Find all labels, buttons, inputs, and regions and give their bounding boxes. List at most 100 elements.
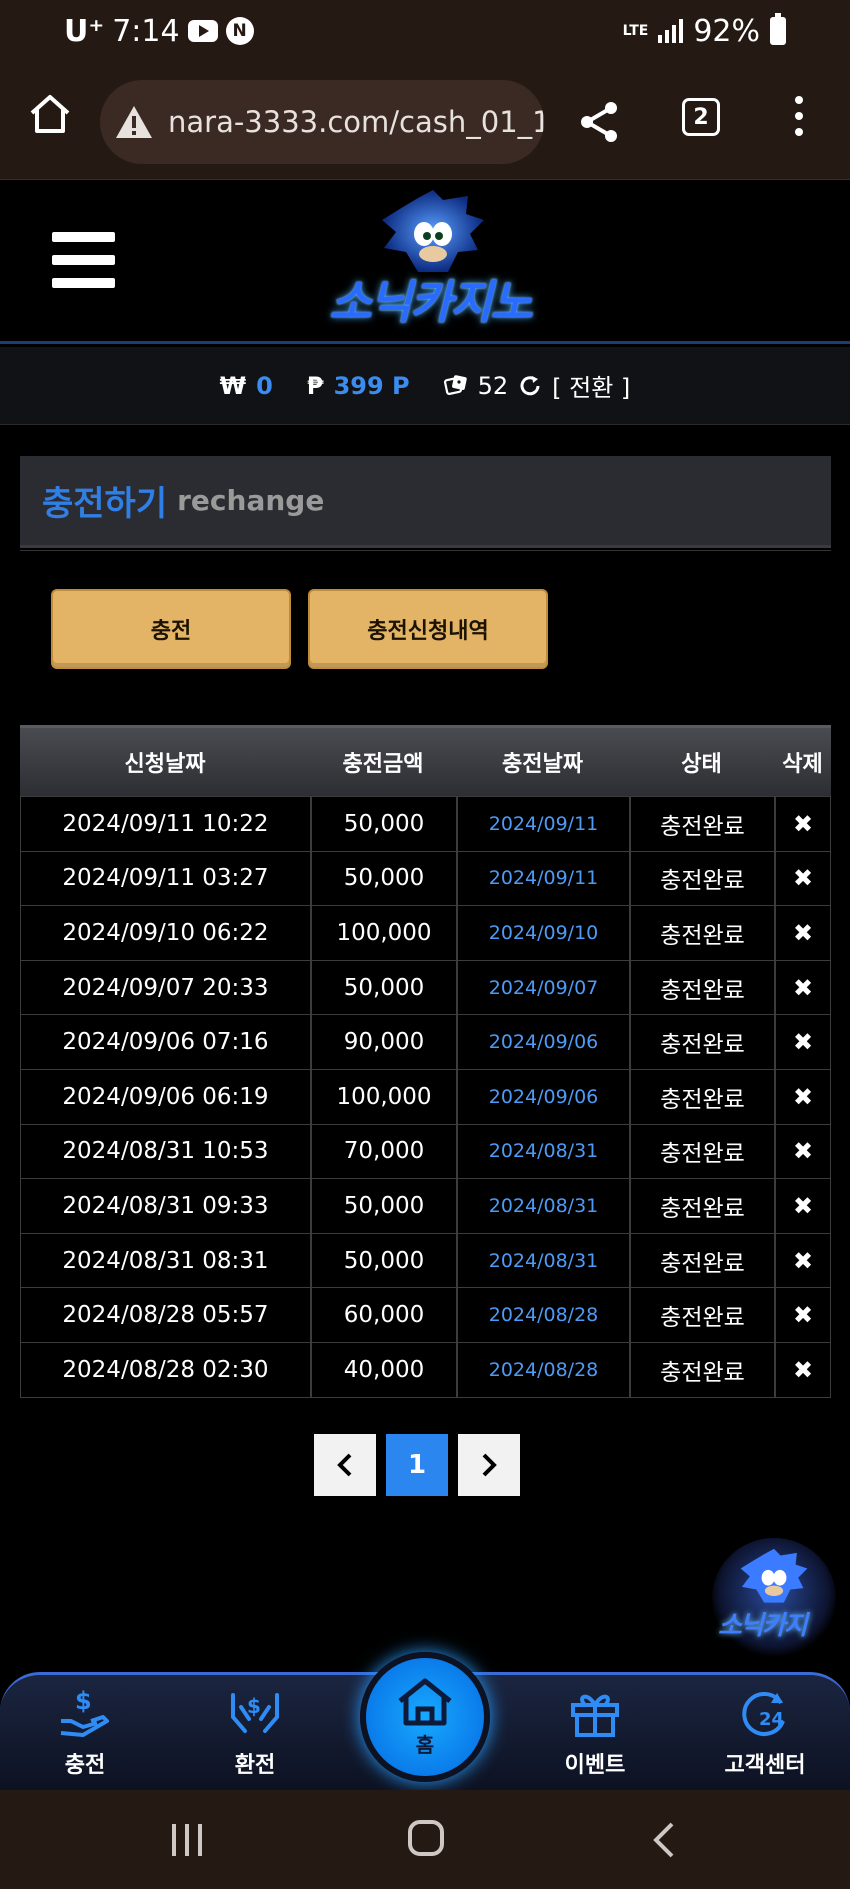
cell-amount: 100,000 (310, 1069, 456, 1124)
system-navigation-bar (0, 1790, 850, 1889)
floating-logo-button[interactable]: 소닉카지 (712, 1538, 836, 1658)
page-root: U⁺ 7:14 N LTE 92% nara-3333.com/cash_01_… (0, 0, 850, 1889)
system-home-icon[interactable] (408, 1820, 444, 1856)
cell-request-date: 2024/09/11 10:22 (20, 797, 310, 851)
cell-status: 충전완료 (629, 797, 774, 851)
nav-event-label: 이벤트 (564, 1753, 626, 1778)
naver-notification-icon: N (225, 17, 254, 45)
delete-icon[interactable]: ✖ (774, 797, 831, 851)
chevron-right-icon (482, 1453, 497, 1477)
page-title-english: rechange (177, 484, 325, 517)
delete-icon[interactable]: ✖ (774, 1288, 831, 1342)
cell-status: 충전완료 (629, 851, 774, 906)
recents-icon[interactable] (172, 1824, 202, 1856)
convert-button[interactable]: [ 전환 ] (552, 368, 630, 403)
nav-charge[interactable]: $ 충전 (25, 1687, 145, 1779)
delete-icon[interactable]: ✖ (774, 906, 831, 960)
table-row: 2024/08/28 05:57 60,000 2024/08/28 충전완료 … (20, 1288, 831, 1343)
cell-status: 충전완료 (629, 1233, 774, 1288)
table-row: 2024/09/06 06:19 100,000 2024/09/06 충전완료… (20, 1069, 831, 1125)
browser-home-icon[interactable] (28, 92, 72, 136)
cell-charge-date: 2024/08/31 (456, 1124, 629, 1179)
site-logo[interactable]: 소닉카지노 (300, 190, 560, 340)
cell-amount: 50,000 (310, 1233, 456, 1288)
col-header-status: 상태 (681, 752, 722, 777)
youtube-notification-icon (187, 20, 218, 42)
delete-icon[interactable]: ✖ (774, 960, 831, 1015)
home-icon (398, 1678, 452, 1725)
cell-status: 충전완료 (629, 1179, 774, 1233)
table-row: 2024/08/31 10:53 70,000 2024/08/31 충전완료 … (20, 1124, 831, 1180)
battery-percent: 92% (693, 13, 760, 49)
svg-text:24: 24 (759, 1709, 784, 1730)
warning-icon[interactable] (114, 104, 154, 140)
page-title: 충전하기 rechange (20, 456, 831, 548)
page-number-current[interactable]: 1 (386, 1434, 448, 1496)
delete-icon[interactable]: ✖ (774, 851, 831, 906)
cell-request-date: 2024/09/06 06:19 (20, 1069, 310, 1124)
won-balance: 0 (256, 371, 273, 400)
cell-amount: 40,000 (310, 1342, 456, 1397)
cell-amount: 60,000 (310, 1288, 456, 1342)
nav-exchange[interactable]: $ 환전 (195, 1687, 315, 1779)
point-icon: ₱ (306, 371, 324, 400)
refresh-icon[interactable] (518, 374, 542, 398)
delete-icon[interactable]: ✖ (774, 1342, 831, 1397)
nav-exchange-label: 환전 (234, 1753, 276, 1778)
exchange-hands-coin-icon: $ (231, 1693, 279, 1733)
cell-request-date: 2024/08/31 08:31 (20, 1233, 310, 1288)
nav-charge-label: 충전 (64, 1753, 106, 1778)
table-row: 2024/09/07 20:33 50,000 2024/09/07 충전완료 … (20, 960, 831, 1016)
table-header: 신청날짜 충전금액 충전날짜 상태 삭제 (20, 725, 831, 796)
nav-support[interactable]: 24 고객센터 (705, 1687, 825, 1779)
clock: 7:14 (112, 13, 180, 49)
cell-amount: 100,000 (310, 906, 456, 960)
charge-button[interactable]: 충전 (51, 589, 291, 669)
delete-icon[interactable]: ✖ (774, 1179, 831, 1233)
nav-home-button[interactable]: 홈 (360, 1652, 490, 1782)
delete-icon[interactable]: ✖ (774, 1124, 831, 1179)
cell-status: 충전완료 (629, 1069, 774, 1124)
next-page-button[interactable] (458, 1434, 520, 1496)
col-header-delete: 삭제 (782, 752, 823, 777)
url-text: nara-3333.com/cash_01_1. (168, 105, 544, 139)
table-row: 2024/08/31 08:31 50,000 2024/08/31 충전완료 … (20, 1233, 831, 1289)
recharge-history-table: 신청날짜 충전금액 충전날짜 상태 삭제 2024/09/11 10:22 50… (20, 725, 831, 1398)
nav-event[interactable]: 이벤트 (535, 1687, 655, 1779)
table-body: 2024/09/11 10:22 50,000 2024/09/11 충전완료 … (20, 796, 831, 1398)
cell-charge-date: 2024/08/28 (456, 1288, 629, 1342)
charge-hand-coin-icon: $ (60, 1687, 109, 1737)
balance-bar: ₩ 0 ₱ 399 P 52 [ 전환 ] (0, 347, 850, 425)
address-bar[interactable]: nara-3333.com/cash_01_1. (100, 80, 544, 164)
cell-amount: 50,000 (310, 797, 456, 851)
cell-charge-date: 2024/09/11 (456, 797, 629, 851)
hamburger-menu-icon[interactable] (52, 232, 115, 288)
charge-history-button[interactable]: 충전신청내역 (308, 589, 548, 669)
divider (20, 550, 831, 551)
cell-charge-date: 2024/09/10 (456, 906, 629, 960)
carrier-label: U⁺ (64, 13, 105, 49)
signal-icon (658, 19, 684, 43)
share-icon[interactable] (578, 100, 620, 144)
prev-page-button[interactable] (314, 1434, 376, 1496)
cell-status: 충전완료 (629, 1015, 774, 1069)
col-header-amount: 충전금액 (342, 752, 424, 777)
cell-status: 충전완료 (629, 1124, 774, 1179)
cell-status: 충전완료 (629, 960, 774, 1015)
chevron-left-icon (337, 1453, 352, 1477)
dice-icon (443, 374, 467, 395)
table-row: 2024/09/11 10:22 50,000 2024/09/11 충전완료 … (20, 797, 831, 852)
table-row: 2024/09/11 03:27 50,000 2024/09/11 충전완료 … (20, 851, 831, 907)
nav-home-label: 홈 (415, 1732, 435, 1757)
delete-icon[interactable]: ✖ (774, 1233, 831, 1288)
cell-charge-date: 2024/08/31 (456, 1233, 629, 1288)
delete-icon[interactable]: ✖ (774, 1015, 831, 1069)
cell-charge-date: 2024/09/07 (456, 960, 629, 1015)
more-menu-icon[interactable] (795, 96, 803, 136)
delete-icon[interactable]: ✖ (774, 1069, 831, 1124)
cell-request-date: 2024/08/31 10:53 (20, 1124, 310, 1179)
floating-logo-text: 소닉카지 (718, 1611, 808, 1641)
tab-switcher-button[interactable]: 2 (682, 98, 720, 136)
table-row: 2024/08/31 09:33 50,000 2024/08/31 충전완료 … (20, 1179, 831, 1234)
back-icon[interactable] (650, 1820, 678, 1860)
